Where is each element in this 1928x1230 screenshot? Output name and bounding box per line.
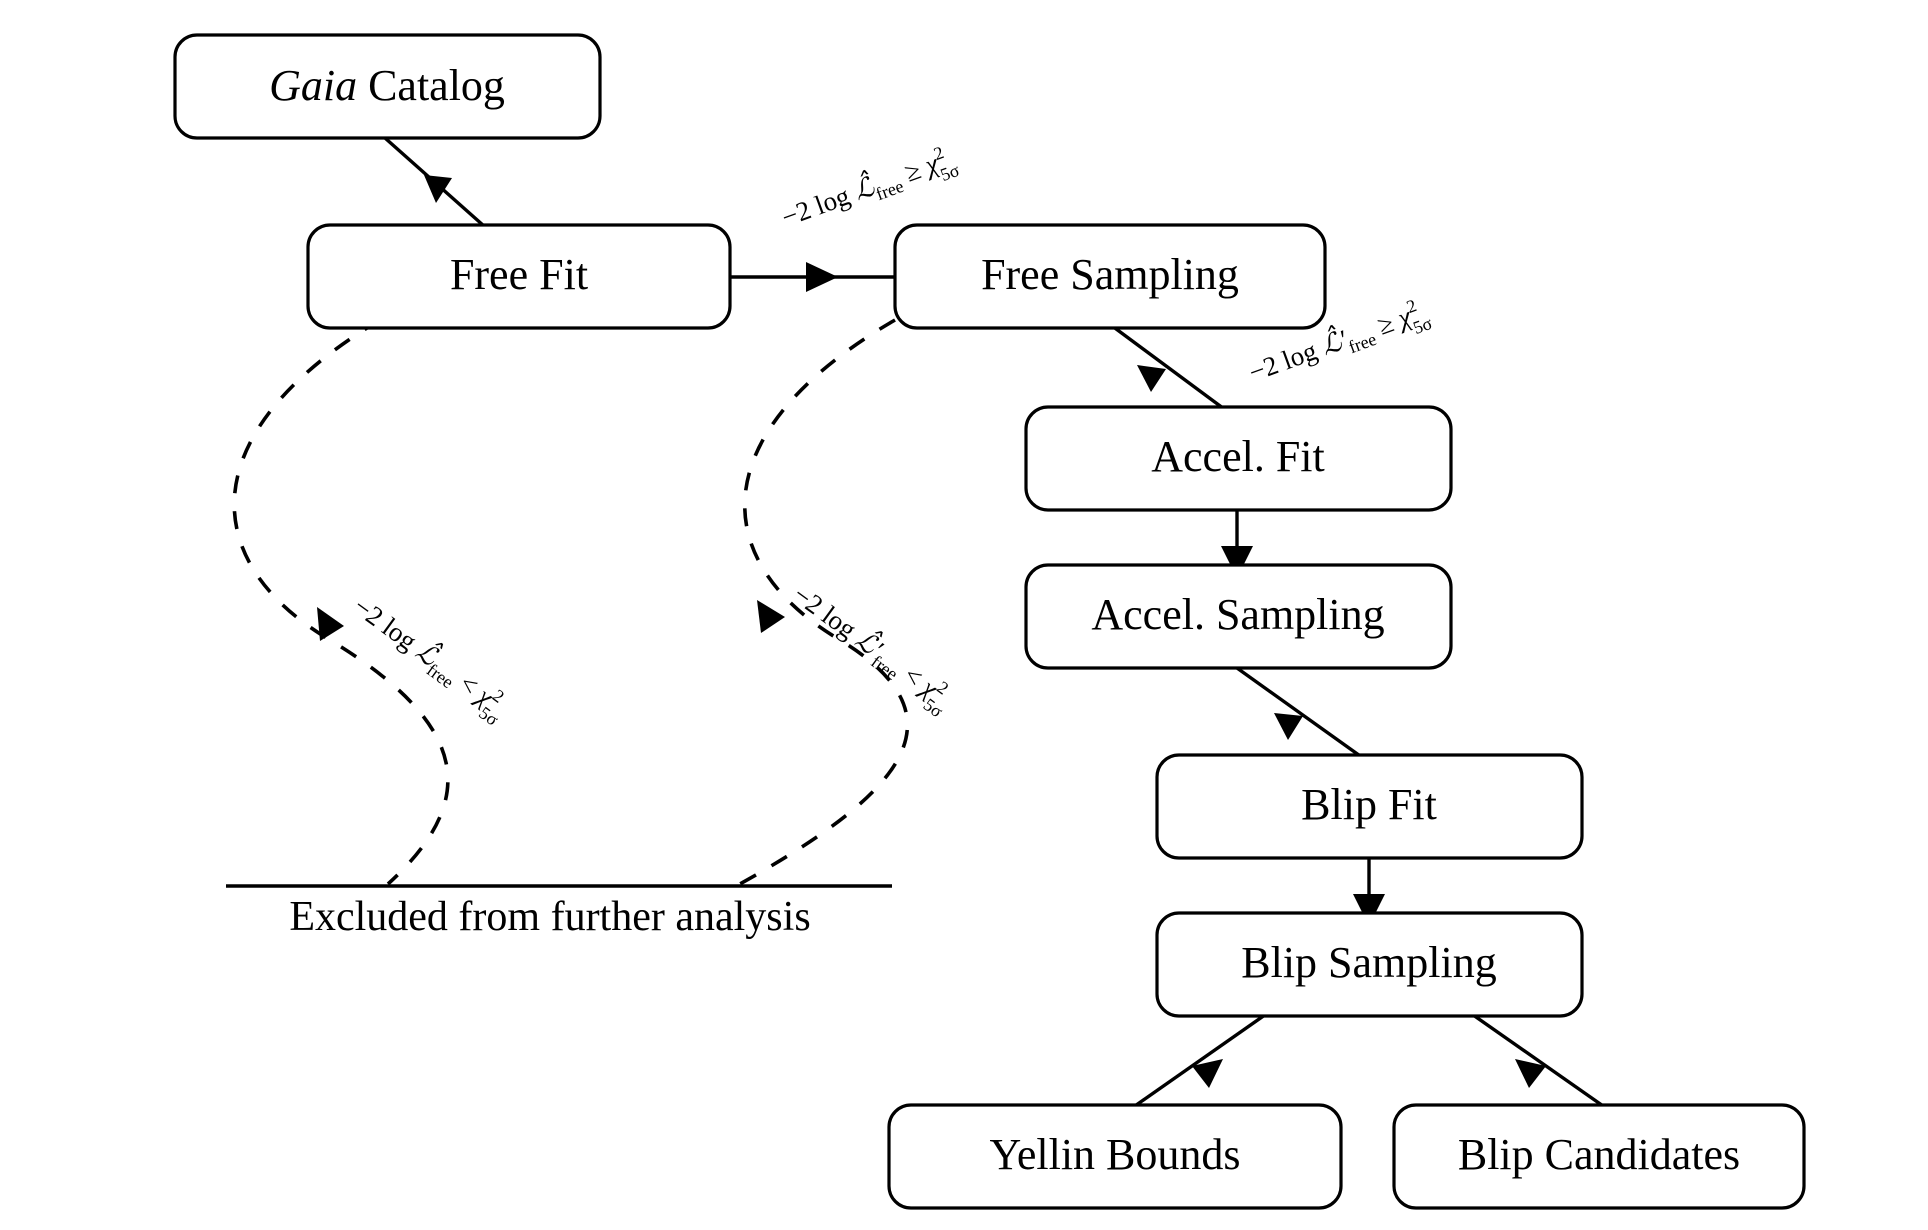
node-label-rest: Catalog <box>357 61 505 110</box>
node-free-sampling[interactable]: Free Sampling <box>893 223 1327 330</box>
node-blip-sampling[interactable]: Blip Sampling <box>1155 911 1584 1018</box>
node-accel-fit[interactable]: Accel. Fit <box>1024 405 1453 512</box>
edge-free-sampling-to-excluded: −2 log ℒ̂′free < χ25σ <box>732 318 998 886</box>
edge-label-lead: −2 log <box>1245 333 1327 387</box>
excluded-label: Excluded from further analysis <box>289 894 810 940</box>
edge-accel-sampling-to-blip-fit <box>1236 666 1371 765</box>
node-label-gaia-catalog: Gaia Catalog <box>269 61 505 110</box>
edge-line <box>1465 1008 1607 1110</box>
node-label-blip-candidates: Blip Candidates <box>1458 1130 1740 1179</box>
node-accel-sampling[interactable]: Accel. Sampling <box>1024 563 1453 670</box>
edge-label-chi-sub: 5σ <box>1410 313 1435 338</box>
edge-label-free-fit-fail: −2 log ℒ̂free < χ25σ <box>293 553 554 759</box>
node-label-blip-fit: Blip Fit <box>1301 780 1437 829</box>
flowchart-svg: −2 log ℒ̂free ≥ χ25σ −2 log ℒ̂′free ≥ χ2… <box>173 33 1806 1210</box>
arrowhead-icon <box>757 600 785 633</box>
node-label-accel-fit: Accel. Fit <box>1151 432 1325 481</box>
edge-blip-sampling-to-blip-candidates <box>1465 1008 1607 1110</box>
arrowhead-icon <box>317 607 344 641</box>
arrowhead-icon <box>1274 713 1303 740</box>
edge-label-chi-sub: 5σ <box>938 160 963 185</box>
flowchart-canvas: −2 log ℒ̂free ≥ χ25σ −2 log ℒ̂′free ≥ χ2… <box>0 0 1928 1230</box>
edge-blip-sampling-to-yellin-bounds <box>1131 1008 1273 1110</box>
excluded-sink: Excluded from further analysis <box>226 884 892 940</box>
node-label-yellin-bounds: Yellin Bounds <box>989 1130 1240 1179</box>
arrowhead-icon <box>424 175 452 203</box>
node-yellin-bounds[interactable]: Yellin Bounds <box>887 1103 1343 1210</box>
node-label-free-sampling: Free Sampling <box>981 250 1239 299</box>
node-gaia-catalog[interactable]: Gaia Catalog <box>173 33 602 140</box>
edge-label-lead: −2 log <box>778 178 860 232</box>
node-label-accel-sampling: Accel. Sampling <box>1091 590 1384 639</box>
node-label-emphasis: Gaia <box>269 61 357 110</box>
edge-label-lead: −2 log <box>348 591 428 660</box>
node-blip-candidates[interactable]: Blip Candidates <box>1392 1103 1806 1210</box>
node-blip-fit[interactable]: Blip Fit <box>1155 753 1584 860</box>
edge-label-free-sampling-fail: −2 log ℒ̂′free < χ25σ <box>732 541 998 751</box>
edge-line <box>1131 1008 1273 1110</box>
arrowhead-icon <box>1137 365 1166 392</box>
node-label-blip-sampling: Blip Sampling <box>1241 938 1496 987</box>
edge-line <box>1236 666 1371 765</box>
edge-free-fit-to-excluded: −2 log ℒ̂free < χ25σ <box>232 318 554 886</box>
edge-label-lead: −2 log <box>788 579 868 648</box>
arrowhead-icon <box>806 262 838 292</box>
node-label-free-fit: Free Fit <box>450 250 588 299</box>
node-free-fit[interactable]: Free Fit <box>306 223 732 330</box>
